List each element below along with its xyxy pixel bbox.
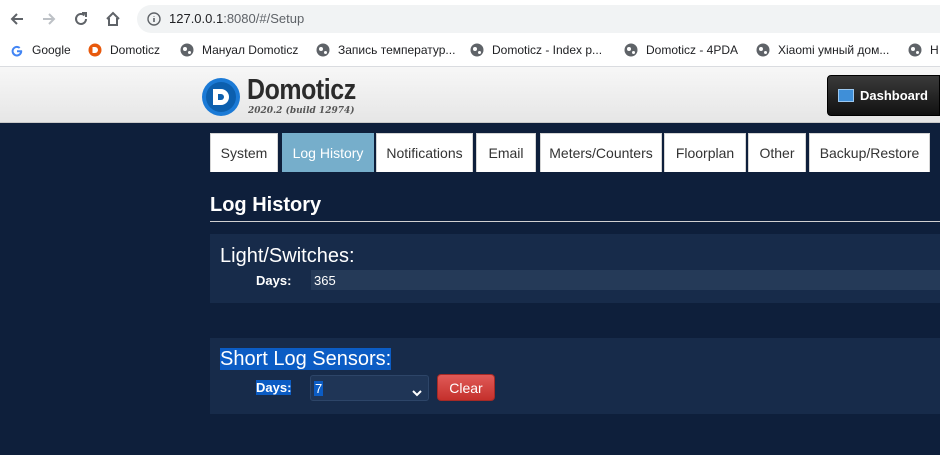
title-divider (210, 221, 940, 222)
forward-icon[interactable] (38, 8, 60, 30)
globe-icon (470, 43, 484, 57)
tab-backup-restore[interactable]: Backup/Restore (809, 133, 930, 172)
bookmark-label: Xiaomi умный дом... (778, 43, 890, 57)
dashboard-label: Dashboard (860, 88, 928, 103)
light-switches-title: Light/Switches: (220, 245, 355, 267)
dashboard-button[interactable]: Dashboard (827, 75, 940, 116)
bookmark-label: Запись температур... (338, 43, 456, 57)
home-icon[interactable] (102, 8, 124, 30)
google-icon (10, 43, 24, 57)
dashboard-icon (838, 89, 854, 102)
globe-icon (180, 43, 194, 57)
short-log-sensors-panel: Short Log Sensors: Days: 7 Clear (210, 338, 940, 414)
globe-icon (624, 43, 638, 57)
brand-name: Domoticz (247, 74, 356, 106)
domoticz-icon (88, 43, 102, 57)
short-days-label-text: Days: (256, 380, 292, 395)
tab-meters-counters[interactable]: Meters/Counters (540, 133, 662, 172)
bookmark-label: Domoticz - 4PDA (646, 43, 739, 57)
short-days-value: 7 (314, 381, 324, 396)
tab-log-history[interactable]: Log History (282, 133, 374, 172)
bookmark-label: Google (32, 43, 71, 57)
light-switches-panel: Light/Switches: Days: 365 (210, 234, 940, 303)
light-days-input[interactable]: 365 (311, 270, 940, 290)
url-host: 127.0.0.1 (169, 11, 224, 26)
tab-email[interactable]: Email (476, 133, 536, 172)
info-icon[interactable] (147, 12, 161, 31)
bookmark-index[interactable]: Domoticz - Index p... (470, 43, 602, 57)
bookmark-temp[interactable]: Запись температур... (316, 43, 455, 57)
short-log-sensors-title: Short Log Sensors: (220, 348, 392, 371)
browser-toolbar: 127.0.0.1:8080/#/Setup (0, 0, 940, 38)
app-header: Domoticz 2020.2 (build 12974) Dashboard (0, 67, 940, 123)
back-icon[interactable] (6, 8, 28, 30)
globe-icon (908, 43, 922, 57)
bookmark-label: Мануал Domoticz (202, 43, 299, 57)
bookmark-label: H (930, 43, 939, 57)
build-version: 2020.2 (build 12974) (248, 106, 355, 116)
tab-system[interactable]: System (210, 133, 278, 172)
short-days-label: Days: (256, 380, 292, 395)
reload-icon[interactable] (70, 8, 92, 30)
bookmark-domoticz[interactable]: Domoticz (88, 43, 160, 57)
bookmark-h[interactable]: H (908, 43, 939, 57)
short-log-sensors-title-text: Short Log Sensors: (220, 348, 392, 370)
light-days-label: Days: (256, 273, 292, 288)
url-path: :8080/#/Setup (223, 11, 305, 26)
chevron-down-icon (412, 384, 422, 402)
bookmark-label: Domoticz (110, 43, 161, 57)
bookmark-manual[interactable]: Мануал Domoticz (180, 43, 298, 57)
bookmark-xiaomi[interactable]: Xiaomi умный дом... (756, 43, 889, 57)
tab-floorplan[interactable]: Floorplan (664, 133, 746, 172)
bookmark-label: Domoticz - Index p... (492, 43, 603, 57)
globe-icon (756, 43, 770, 57)
url-text: 127.0.0.1:8080/#/Setup (169, 11, 304, 26)
clear-button[interactable]: Clear (437, 374, 495, 401)
tab-other[interactable]: Other (748, 133, 806, 172)
short-days-select[interactable]: 7 (310, 375, 429, 401)
page-title: Log History (210, 194, 322, 216)
bookmark-4pda[interactable]: Domoticz - 4PDA (624, 43, 738, 57)
tab-notifications[interactable]: Notifications (376, 133, 473, 172)
domoticz-logo-icon (201, 77, 241, 122)
bookmarks-bar: Google Domoticz Мануал Domoticz Запись т… (0, 38, 940, 67)
address-bar[interactable]: 127.0.0.1:8080/#/Setup (137, 5, 940, 33)
bookmark-google[interactable]: Google (10, 43, 71, 57)
globe-icon (316, 43, 330, 57)
